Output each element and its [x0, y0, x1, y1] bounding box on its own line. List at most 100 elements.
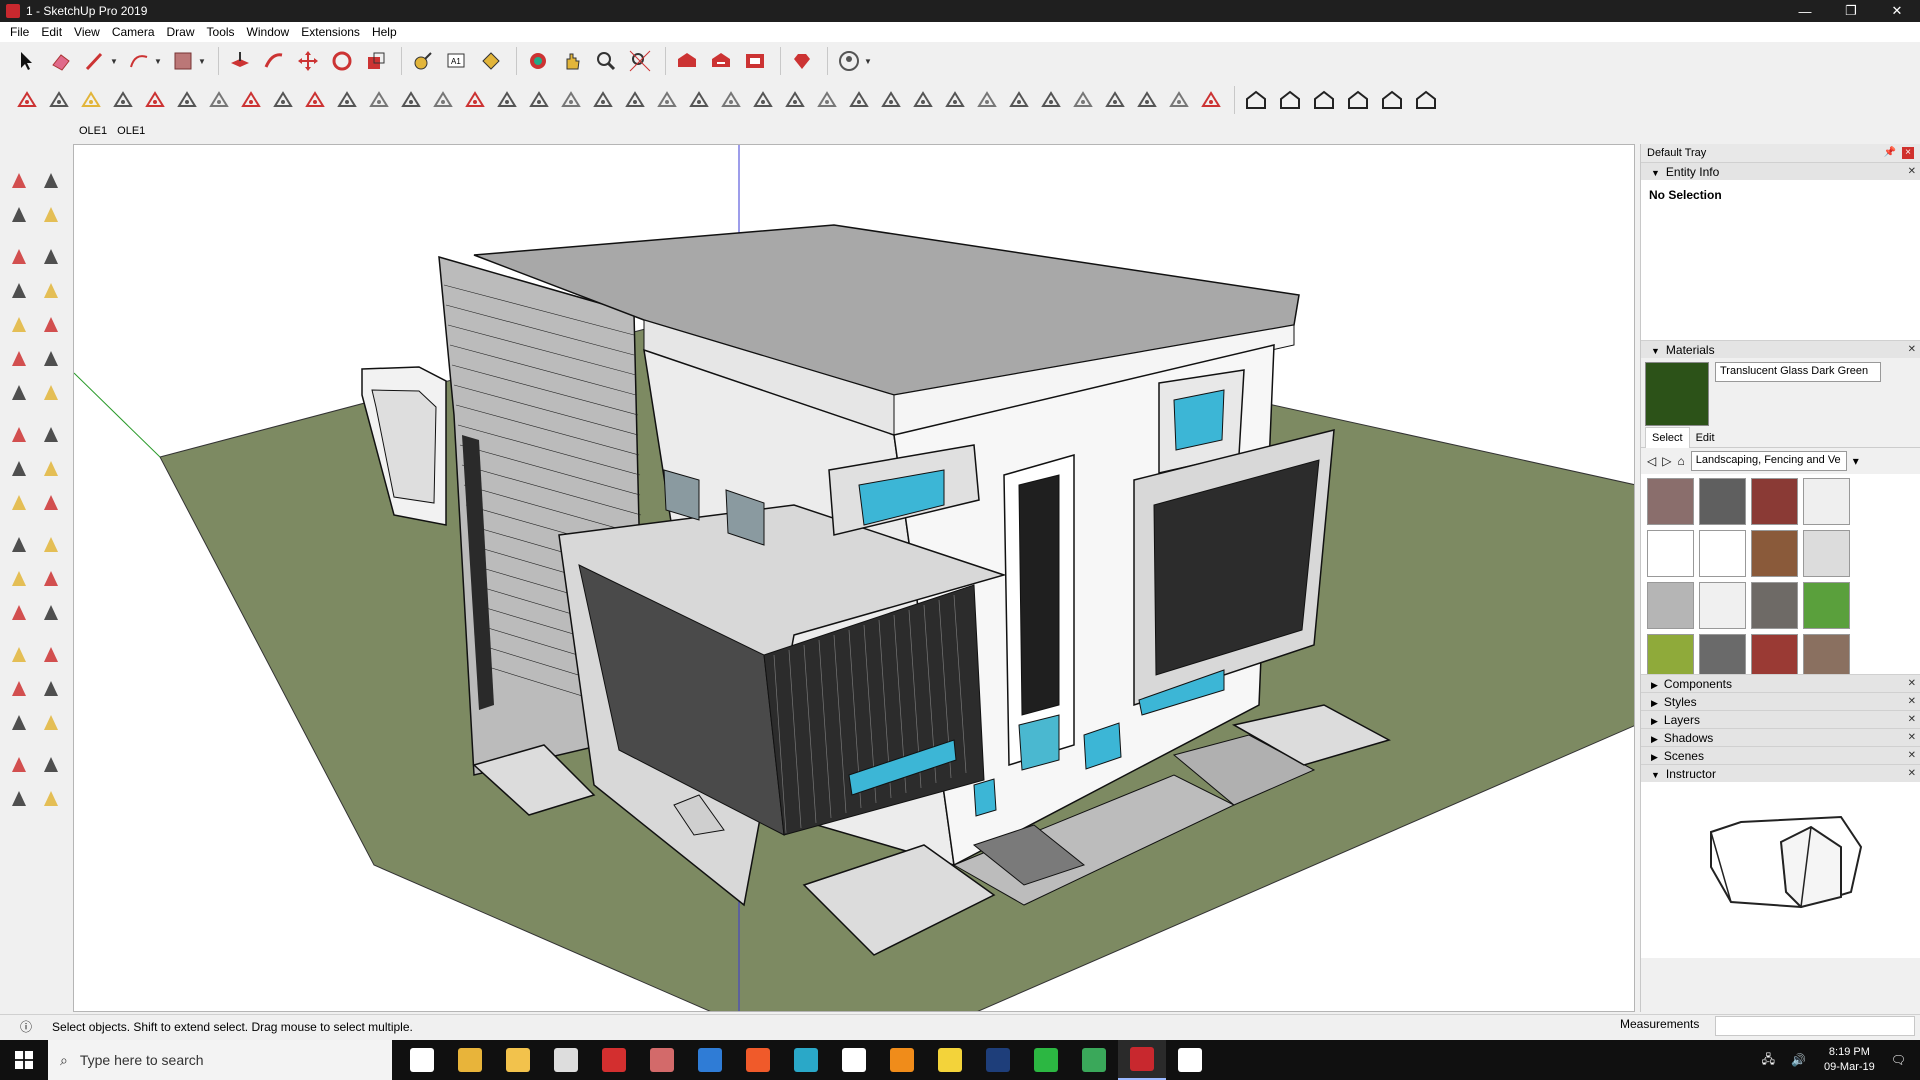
- two-point-arc-button[interactable]: [36, 344, 66, 374]
- 3d-viewer-icon[interactable]: [782, 1040, 830, 1080]
- close-icon[interactable]: ✕: [1908, 166, 1916, 177]
- extension-tool-icon[interactable]: [332, 85, 362, 115]
- extension-tool-icon[interactable]: [1196, 85, 1226, 115]
- panel-header-shadows[interactable]: ▶ Shadows ✕: [1641, 728, 1920, 746]
- 3d-text-button[interactable]: [36, 598, 66, 628]
- orbit-tool-button[interactable]: [523, 46, 553, 76]
- extension-tool-icon[interactable]: [300, 85, 330, 115]
- network-icon[interactable]: 🖧: [1762, 1050, 1775, 1071]
- warehouse-button[interactable]: [672, 46, 702, 76]
- select-tool-button[interactable]: [4, 166, 34, 196]
- extension-tool-icon[interactable]: [108, 85, 138, 115]
- house-outline-icon[interactable]: [1377, 85, 1407, 115]
- arc-tool-button[interactable]: [4, 344, 34, 374]
- panel-header-layers[interactable]: ▶ Layers ✕: [1641, 710, 1920, 728]
- menu-view[interactable]: View: [68, 22, 106, 42]
- material-swatch[interactable]: [1803, 478, 1850, 525]
- extension-tool-icon[interactable]: [204, 85, 234, 115]
- tray-close-button[interactable]: ×: [1902, 147, 1914, 159]
- scene-tab[interactable]: OLE1: [112, 122, 150, 140]
- shapes-tool-button[interactable]: [168, 46, 198, 76]
- extension-tool-icon[interactable]: [396, 85, 426, 115]
- chevron-down-icon[interactable]: ▾: [1853, 454, 1859, 468]
- scene-tab[interactable]: OLE1: [74, 122, 112, 140]
- rotate-tool-button[interactable]: [327, 46, 357, 76]
- offset-tool-button[interactable]: [36, 488, 66, 518]
- line-tool-button[interactable]: [80, 46, 110, 76]
- close-icon[interactable]: ✕: [1908, 714, 1916, 725]
- extension-tool-icon[interactable]: [652, 85, 682, 115]
- extension-tool-icon[interactable]: [44, 85, 74, 115]
- house-section-icon[interactable]: [1411, 85, 1441, 115]
- menu-window[interactable]: Window: [241, 22, 296, 42]
- edge-icon[interactable]: [686, 1040, 734, 1080]
- material-name-field[interactable]: Translucent Glass Dark Green: [1715, 362, 1881, 382]
- rectangle-tool-button[interactable]: [4, 276, 34, 306]
- extension-tool-icon[interactable]: [428, 85, 458, 115]
- brave-icon[interactable]: [734, 1040, 782, 1080]
- material-swatch[interactable]: [1803, 582, 1850, 629]
- panel-header-components[interactable]: ▶ Components ✕: [1641, 674, 1920, 692]
- extension-tool-icon[interactable]: [972, 85, 1002, 115]
- material-swatch[interactable]: [1699, 634, 1746, 674]
- photos-icon[interactable]: [1166, 1040, 1214, 1080]
- pie-tool-button[interactable]: [36, 378, 66, 408]
- entity-info-header[interactable]: ▼ Entity Info ✕: [1641, 162, 1920, 180]
- house-front-icon[interactable]: [1241, 85, 1271, 115]
- extension-tool-icon[interactable]: [76, 85, 106, 115]
- material-swatch[interactable]: [1699, 582, 1746, 629]
- axes-tool-button[interactable]: [4, 598, 34, 628]
- extension-tool-icon[interactable]: [1004, 85, 1034, 115]
- extension-tool-icon[interactable]: [1068, 85, 1098, 115]
- photoshop-icon[interactable]: [974, 1040, 1022, 1080]
- text-tool-button[interactable]: [36, 564, 66, 594]
- eraser-tool-button[interactable]: [36, 200, 66, 230]
- extension-tool-icon[interactable]: [780, 85, 810, 115]
- material-swatch[interactable]: [1647, 634, 1694, 674]
- arc-tool-button[interactable]: [124, 46, 154, 76]
- extension-tool-icon[interactable]: [524, 85, 554, 115]
- tab-select[interactable]: Select: [1645, 427, 1690, 448]
- close-icon[interactable]: ✕: [1908, 732, 1916, 743]
- menu-extensions[interactable]: Extensions: [295, 22, 366, 42]
- zoom-extents-button[interactable]: [625, 46, 655, 76]
- house-top-icon[interactable]: [1343, 85, 1373, 115]
- menu-edit[interactable]: Edit: [35, 22, 68, 42]
- forward-arrow-icon[interactable]: ▷: [1662, 454, 1671, 468]
- extension-tool-icon[interactable]: [1132, 85, 1162, 115]
- material-swatch[interactable]: [1803, 530, 1850, 577]
- menu-file[interactable]: File: [4, 22, 35, 42]
- extension-tool-icon[interactable]: [908, 85, 938, 115]
- tape-measure-button[interactable]: [4, 530, 34, 560]
- taskbar-search[interactable]: ⌕ Type here to search: [48, 1040, 392, 1080]
- scale-tool-button[interactable]: [4, 488, 34, 518]
- chevron-down-icon[interactable]: ▼: [198, 57, 208, 66]
- close-button[interactable]: ✕: [1874, 0, 1920, 22]
- zoom-window-button[interactable]: [36, 674, 66, 704]
- extension-tool-icon[interactable]: [1036, 85, 1066, 115]
- select-tool-button[interactable]: [12, 46, 42, 76]
- extension-tool-icon[interactable]: [812, 85, 842, 115]
- extension-tool-icon[interactable]: [588, 85, 618, 115]
- move-tool-button[interactable]: [293, 46, 323, 76]
- close-icon[interactable]: ✕: [1908, 678, 1916, 689]
- pan-tool-button[interactable]: [557, 46, 587, 76]
- eraser-tool-button[interactable]: [46, 46, 76, 76]
- panel-header-scenes[interactable]: ▶ Scenes ✕: [1641, 746, 1920, 764]
- position-camera-button[interactable]: [4, 750, 34, 780]
- menu-help[interactable]: Help: [366, 22, 403, 42]
- panel-header-styles[interactable]: ▶ Styles ✕: [1641, 692, 1920, 710]
- previous-view-button[interactable]: [36, 708, 66, 738]
- look-around-button[interactable]: [36, 750, 66, 780]
- task-view-icon[interactable]: [398, 1040, 446, 1080]
- paint-bucket-button[interactable]: [476, 46, 506, 76]
- sticky-notes-icon[interactable]: [926, 1040, 974, 1080]
- share-model-button[interactable]: [706, 46, 736, 76]
- scale-tool-button[interactable]: [361, 46, 391, 76]
- dimension-tool-button[interactable]: [36, 530, 66, 560]
- zoom-extents-button[interactable]: [4, 708, 34, 738]
- close-icon[interactable]: ✕: [1908, 696, 1916, 707]
- walk-tool-button[interactable]: [4, 784, 34, 814]
- tab-edit[interactable]: Edit: [1690, 428, 1721, 448]
- file-explorer-icon[interactable]: [494, 1040, 542, 1080]
